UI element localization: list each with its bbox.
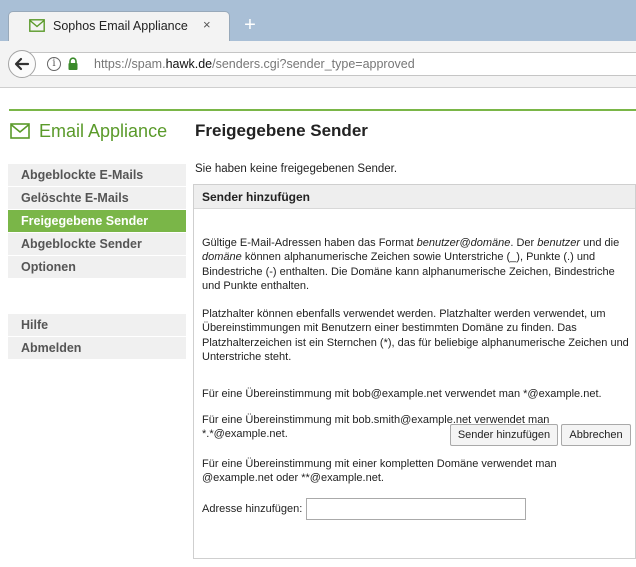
text-emphasis: domäne [202,251,242,264]
url-path: /senders.cgi?sender_type=approved [212,57,415,71]
add-address-label: Adresse hinzufügen: [202,503,303,515]
text-span: und die [580,237,620,249]
new-tab-button[interactable]: + [240,15,260,36]
page-title: Freigegebene Sender [195,121,368,140]
add-sender-panel: Sender hinzufügen Gültige E-Mail-Adresse… [193,184,636,559]
format-paragraph: Gültige E-Mail-Adressen haben das Format… [202,236,630,293]
text-span: Gültige E-Mail-Adressen haben das Format [202,237,417,249]
back-arrow-icon [14,57,30,71]
sidebar-item-approved-senders[interactable]: Freigegebene Sender [8,210,186,232]
sidebar-item-options[interactable]: Optionen [8,256,186,278]
tab-close-icon[interactable]: × [203,17,211,32]
browser-tab[interactable]: Sophos Email Appliance × [8,11,230,41]
lock-icon[interactable] [66,57,80,71]
text-emphasis: benutzer@domäne [416,237,511,249]
sidebar-item-blocked-senders[interactable]: Abgeblockte Sender [8,233,186,255]
example-paragraph-3: Für eine Übereinstimmung mit einer kompl… [202,458,557,485]
cancel-button[interactable]: Abbrechen [561,424,631,446]
url-text[interactable]: https://spam.hawk.de/senders.cgi?sender_… [94,57,415,71]
header-divider [9,109,636,111]
sidebar-item-deleted-mails[interactable]: Gelöschte E-Mails [8,187,186,209]
sidebar-item-blocked-mails[interactable]: Abgeblockte E-Mails [8,164,186,186]
url-prefix: https://spam. [94,57,166,71]
tab-title: Sophos Email Appliance [53,19,188,33]
text-emphasis: benutzer [537,237,581,249]
sidebar-nav: Abgeblockte E-Mails Gelöschte E-Mails Fr… [8,164,186,360]
sidebar-item-help[interactable]: Hilfe [8,314,186,336]
envelope-icon [29,19,45,32]
browser-toolbar: i https://spam.hawk.de/senders.cgi?sende… [0,41,636,88]
brand-text: Email Appliance [39,121,168,141]
sidebar-item-logout[interactable]: Abmelden [8,337,186,359]
address-bar[interactable]: i https://spam.hawk.de/senders.cgi?sende… [30,52,636,76]
add-sender-button[interactable]: Sender hinzufügen [450,424,558,446]
text-span: können alphanumerische Zeichen sowie Unt… [202,251,615,292]
browser-tabstrip: Sophos Email Appliance × + [0,0,636,41]
panel-title: Sender hinzufügen [194,185,635,209]
info-icon[interactable]: i [47,57,61,71]
envelope-icon [10,123,30,139]
url-host: hawk.de [165,57,213,71]
back-button[interactable] [8,50,36,78]
example-paragraph-1: Für eine Übereinstimmung mit bob@example… [202,388,602,400]
add-address-input[interactable] [306,498,526,520]
text-span: . Der [510,237,538,249]
wildcard-paragraph: Platzhalter können ebenfalls verwendet w… [202,308,629,363]
empty-message: Sie haben keine freigegebenen Sender. [195,163,398,175]
